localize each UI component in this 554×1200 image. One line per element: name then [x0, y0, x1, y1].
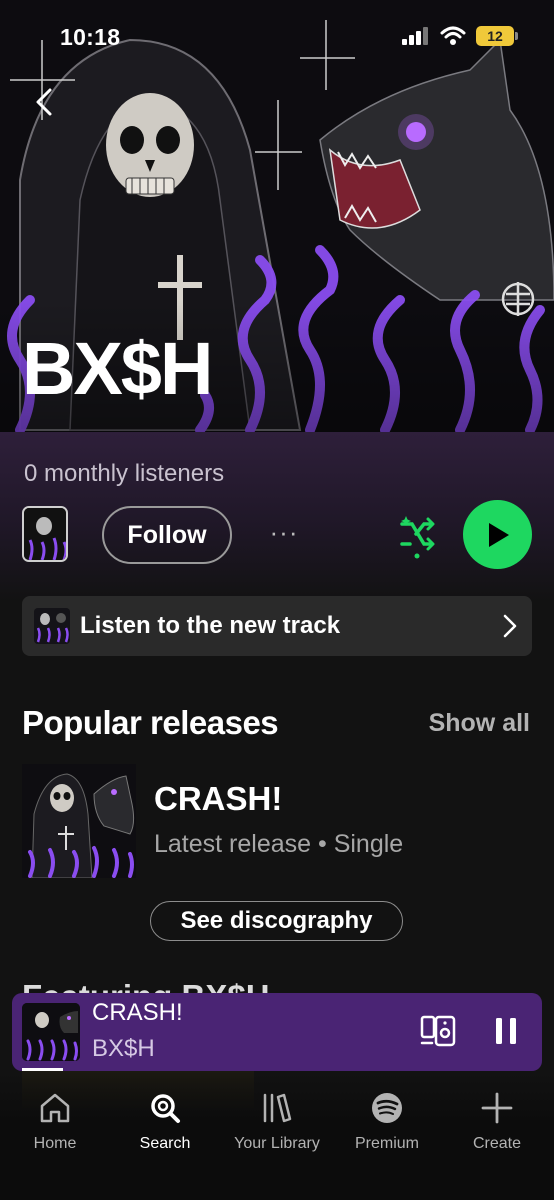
search-icon	[151, 1094, 180, 1123]
play-button[interactable]	[463, 500, 532, 569]
more-options-button[interactable]: ···	[264, 519, 304, 550]
wifi-icon	[440, 26, 466, 45]
release-meta: Latest release • Single	[154, 830, 404, 858]
bottom-navigation: Home Search Your Library Premium Create	[0, 1071, 554, 1200]
plus-icon	[481, 1092, 513, 1124]
now-playing-artist: BX$H	[92, 1035, 155, 1062]
nav-search[interactable]: Search	[110, 1091, 220, 1153]
nav-library-label: Your Library	[234, 1135, 320, 1152]
artist-hero-image: 10:18 12 BX$H	[0, 0, 554, 432]
artist-pick-cover[interactable]	[22, 506, 68, 562]
status-bar: 10:18 12	[0, 0, 554, 70]
release-title[interactable]: CRASH!	[154, 780, 282, 818]
nav-create-label: Create	[472, 1135, 522, 1152]
cover-thumbnail-icon	[24, 508, 66, 560]
status-icons: 12	[402, 26, 518, 46]
back-icon[interactable]	[30, 84, 60, 120]
shuffle-icon[interactable]	[398, 514, 438, 560]
library-icon	[263, 1093, 292, 1123]
home-icon	[40, 1093, 70, 1123]
new-track-art-icon	[34, 608, 70, 644]
release-artwork	[22, 764, 136, 878]
pause-icon[interactable]	[492, 1015, 520, 1047]
new-track-label: Listen to the new track	[80, 612, 341, 639]
nav-search-label: Search	[139, 1135, 191, 1152]
status-time: 10:18	[60, 24, 121, 50]
show-all-link[interactable]: Show all	[429, 709, 530, 738]
chevron-right-icon	[503, 614, 517, 638]
nav-premium[interactable]: Premium	[332, 1091, 442, 1153]
now-playing-title: CRASH!	[92, 999, 183, 1026]
now-playing-art	[22, 1003, 80, 1061]
nav-home-label: Home	[33, 1135, 77, 1152]
popular-releases-title: Popular releases	[22, 704, 279, 741]
see-discography-button[interactable]: See discography	[150, 901, 403, 941]
artist-name: BX$H	[22, 327, 213, 410]
nav-library[interactable]: Your Library	[222, 1091, 332, 1153]
artist-logo-mark	[501, 282, 535, 316]
monthly-listeners: 0 monthly listeners	[24, 460, 225, 487]
nav-premium-label: Premium	[354, 1135, 419, 1152]
follow-button[interactable]: Follow	[102, 506, 232, 564]
battery-icon: 12	[476, 26, 518, 46]
play-icon	[488, 522, 509, 547]
battery-level: 12	[487, 28, 503, 44]
connect-device-icon[interactable]	[420, 1013, 456, 1049]
release-cover[interactable]	[22, 764, 136, 878]
nav-home[interactable]: Home	[0, 1091, 110, 1153]
now-playing-artwork	[22, 1003, 80, 1061]
new-track-thumbnail	[34, 608, 70, 644]
spotify-icon	[372, 1093, 402, 1123]
listen-new-track-banner[interactable]: Listen to the new track	[22, 596, 532, 656]
cellular-signal-icon	[402, 27, 428, 45]
now-playing-bar[interactable]: CRASH! BX$H	[12, 993, 542, 1071]
nav-create[interactable]: Create	[442, 1091, 552, 1153]
